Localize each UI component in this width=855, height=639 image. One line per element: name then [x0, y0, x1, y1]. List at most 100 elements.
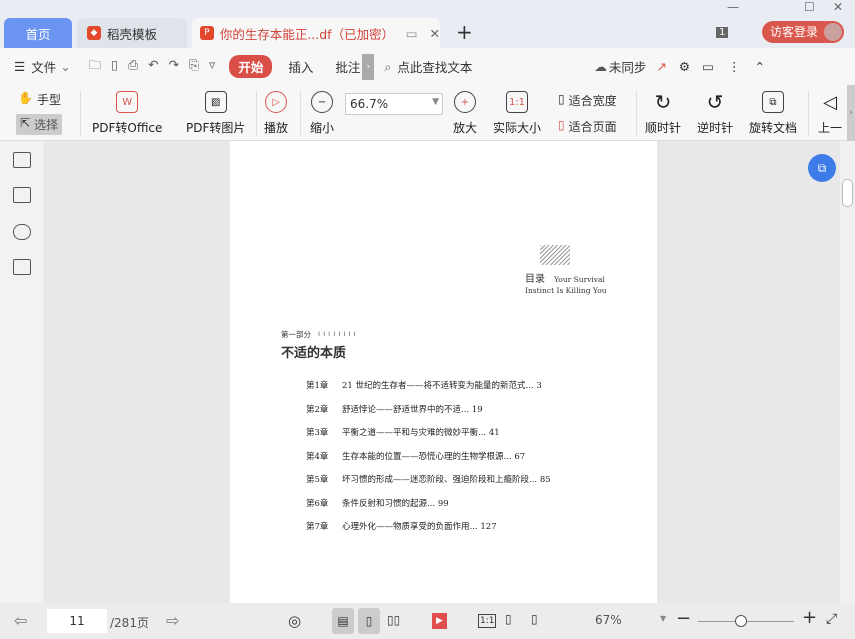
zoom-dropdown-icon[interactable]: ▼: [660, 614, 666, 623]
chapter-title: 21 世纪的生存者——将不适转变为能量的新范式...: [342, 381, 534, 391]
tab-document[interactable]: P 你的生存本能正...df（已加密） ▭ ✕: [192, 18, 440, 48]
select-tool[interactable]: ⇱ 选择: [16, 114, 63, 135]
label: 播放: [264, 121, 289, 135]
chapter-title: 条件反射和习惯的起源...: [342, 498, 436, 509]
prev-page-arrow-icon[interactable]: ⇦: [14, 611, 27, 630]
fit-page-icon[interactable]: ▯: [505, 612, 512, 626]
toc-entry[interactable]: 第3章 平衡之道——平和与灾难的微妙平衡... 41: [306, 426, 500, 438]
zoom-in-icon: +: [454, 91, 476, 113]
chapter-number: 第5章: [306, 475, 329, 485]
pin-icon[interactable]: ▭: [406, 26, 418, 41]
toolbar-scroll-right[interactable]: ›: [847, 85, 855, 141]
rotate-doc-icon: ⧉: [762, 91, 784, 113]
thumbnail-icon[interactable]: [13, 187, 31, 203]
tab-home[interactable]: 首页: [4, 18, 72, 48]
chevron-down-icon[interactable]: ⌄: [60, 59, 70, 74]
actual-size-button[interactable]: 1:1 实际大小: [493, 91, 541, 136]
toc-entry[interactable]: 第7章 心理外化——物质享受的负面作用... 127: [306, 520, 497, 532]
label: PDF转Office: [92, 121, 163, 135]
actual-size-icon[interactable]: 1:1: [478, 614, 497, 628]
maximize-button[interactable]: ☐: [804, 0, 815, 14]
part-decoration: ıııııııı: [318, 329, 359, 338]
part-label: 第一部分: [281, 330, 311, 339]
fit-width-button[interactable]: ▯ 适合宽度: [558, 92, 617, 109]
toc-entry[interactable]: 第1章 21 世纪的生存者——将不适转变为能量的新范式... 3: [306, 379, 542, 391]
tab-annotate[interactable]: 批注: [335, 57, 360, 76]
rotate-clockwise-button[interactable]: ↻ 顺时针: [645, 90, 681, 136]
tab-templates[interactable]: ◆ 稻壳模板: [77, 18, 187, 48]
tab-label: 稻壳模板: [107, 26, 158, 42]
continuous-view-icon[interactable]: ▤: [332, 608, 354, 634]
toc-entry[interactable]: 第5章 坏习惯的形成——迷恋阶段、强迫阶段和上瘾阶段... 85: [306, 473, 551, 485]
rotate-counterclockwise-button[interactable]: ↺ 逆时针: [697, 90, 734, 136]
label: 逆时针: [697, 121, 734, 135]
more-tabs-button[interactable]: ›: [362, 53, 375, 80]
page-number-input[interactable]: 11: [47, 609, 107, 633]
zoom-out-button[interactable]: −: [676, 608, 691, 629]
tab-insert[interactable]: 插入: [288, 57, 313, 76]
total-pages: /281页: [110, 616, 149, 630]
zoom-in-button[interactable]: + 放大: [453, 91, 477, 136]
sync-status[interactable]: 未同步: [609, 57, 647, 76]
toc-entry[interactable]: 第4章 生存本能的位置——恐慌心理的生物学根源... 67: [306, 450, 525, 462]
quick-access-icons[interactable]: 🗀▯⎙↶↷⎘▿: [89, 56, 226, 77]
pdf-to-office-button[interactable]: W PDF转Office: [92, 91, 162, 136]
toc-entry[interactable]: 第2章 舒适悖论——舒适世界中的不适... 19: [306, 403, 483, 415]
more-icon[interactable]: ⋮: [728, 59, 741, 74]
zoom-in-button[interactable]: +: [802, 607, 817, 628]
chapter-number: 第4章: [306, 451, 329, 462]
arrow-left-icon: ◁: [823, 91, 837, 113]
toc-title: 目录: [525, 274, 545, 285]
close-window-button[interactable]: ✕: [833, 0, 843, 14]
zoom-slider-handle[interactable]: [735, 615, 748, 627]
vertical-scrollbar[interactable]: [840, 141, 855, 603]
status-bar: ⇦ 11 /281页 ⇨ ◎ ▤ ▯ ▯▯ ▶ 1:1 ▯ ▯ 67% ▼ − …: [0, 603, 855, 639]
fit-page-button[interactable]: ▯ 适合页面: [558, 118, 617, 135]
menu-icon[interactable]: ☰: [14, 59, 25, 74]
eye-protection-icon[interactable]: ◎: [288, 612, 301, 630]
scroll-thumb[interactable]: [842, 179, 853, 207]
close-tab-icon[interactable]: ✕: [430, 26, 440, 41]
label: 实际大小: [493, 121, 542, 135]
chapter-page: 127: [480, 522, 497, 532]
label: 适合页面: [568, 120, 617, 134]
chapter-number: 第2章: [306, 404, 329, 415]
zoom-select[interactable]: 66.7% ▼: [345, 93, 443, 115]
zoom-out-button[interactable]: − 缩小: [310, 91, 334, 136]
play-button[interactable]: ▷ 播放: [264, 91, 288, 136]
collapse-icon[interactable]: ⌃: [754, 59, 764, 74]
comment-icon[interactable]: ▭: [702, 59, 714, 74]
next-page-arrow-icon[interactable]: ⇨: [166, 611, 179, 630]
floating-convert-button[interactable]: ⧉: [808, 154, 836, 182]
hand-tool[interactable]: ✋ 手型: [18, 91, 61, 108]
minimize-button[interactable]: —: [727, 0, 739, 14]
window-count-badge[interactable]: 1: [716, 27, 729, 38]
search-input[interactable]: 点此查找文本: [397, 57, 472, 76]
tab-start[interactable]: 开始: [229, 55, 273, 78]
fit-width-icon[interactable]: ▯: [531, 612, 538, 626]
signature-icon[interactable]: [13, 259, 31, 275]
play-slideshow-icon[interactable]: ▶: [432, 613, 447, 629]
chapter-number: 第1章: [306, 381, 329, 391]
pdf-icon: P: [200, 26, 214, 40]
login-button[interactable]: 访客登录: [762, 21, 844, 43]
chapter-title: 平衡之道——平和与灾难的微妙平衡...: [342, 428, 487, 438]
rotate-document-button[interactable]: ⧉ 旋转文档: [749, 91, 797, 136]
chapter-page: 67: [514, 451, 526, 462]
new-tab-button[interactable]: +: [456, 20, 473, 44]
single-page-icon[interactable]: ▯: [358, 608, 380, 634]
chapter-title: 舒适悖论——舒适世界中的不适...: [342, 404, 470, 415]
share-icon[interactable]: ↗: [656, 59, 666, 74]
zoom-percent: 67%: [595, 613, 622, 627]
previous-page-button[interactable]: ◁ 上一: [818, 91, 842, 136]
outline-icon[interactable]: [13, 152, 31, 168]
pdf-to-image-button[interactable]: ▨ PDF转图片: [186, 91, 245, 136]
fit-page-icon: ▯: [558, 118, 565, 132]
two-page-icon[interactable]: ▯▯: [387, 613, 400, 627]
toc-entry[interactable]: 第6章 条件反射和习惯的起源... 99: [306, 497, 449, 509]
annotation-pen-icon[interactable]: [13, 224, 31, 240]
settings-icon[interactable]: ⚙: [679, 59, 690, 74]
label: 缩小: [310, 121, 335, 135]
fullscreen-icon[interactable]: ⤢: [826, 611, 837, 627]
file-menu[interactable]: 文件: [31, 57, 56, 76]
